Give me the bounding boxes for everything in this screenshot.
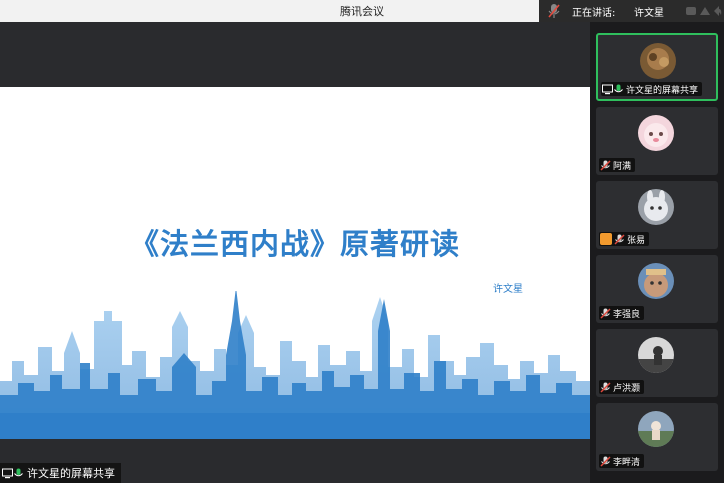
participant-nametag: 张易: [599, 232, 650, 246]
participant-nametag: 李强良: [599, 306, 645, 320]
share-label: 许文星的屏幕共享: [27, 467, 115, 480]
window-controls-icon[interactable]: [684, 3, 722, 19]
participant-tile[interactable]: 卢洪灏: [596, 329, 718, 397]
microphone-muted-icon: [614, 233, 625, 245]
participant-nametag: 卢洪灏: [599, 380, 645, 394]
participant-list: 许文星的屏幕共享 阿满 张易 李强良 卢洪灏 李畔清: [590, 22, 724, 483]
participant-tile[interactable]: 李强良: [596, 255, 718, 323]
participant-name: 阿满: [613, 161, 632, 172]
avatar: [638, 115, 674, 151]
participant-tile[interactable]: 阿满: [596, 107, 718, 175]
participant-name: 卢洪灏: [613, 383, 641, 394]
participant-nametag: 许文星的屏幕共享: [601, 82, 703, 96]
screen-share-label: 许文星的屏幕共享: [0, 463, 121, 483]
microphone-icon: [14, 468, 23, 476]
participant-name: 李强良: [613, 309, 641, 320]
speaking-indicator: 正在讲话: 许文星: [539, 0, 724, 22]
microphone-muted-icon: [600, 455, 611, 467]
slide-title: 《法兰西内战》原著研读: [129, 227, 460, 261]
avatar: [640, 43, 676, 79]
avatar: [638, 189, 674, 225]
city-skyline-illustration: [0, 291, 590, 439]
screen-share-stage: 《法兰西内战》原著研读 许文星 许文星的屏幕共享: [0, 22, 590, 483]
participant-tile[interactable]: 张易: [596, 181, 718, 249]
microphone-muted-icon: [600, 159, 611, 171]
participant-nametag: 李畔清: [599, 454, 645, 468]
participant-name: 李畔清: [613, 457, 641, 468]
microphone-muted-icon: [600, 307, 611, 319]
avatar: [638, 411, 674, 447]
screen-share-icon: [602, 84, 613, 94]
microphone-icon: [614, 84, 623, 92]
participant-nametag: 阿满: [599, 158, 636, 172]
presentation-slide: 《法兰西内战》原著研读 许文星: [0, 87, 590, 439]
speaking-name: 许文星: [634, 8, 664, 19]
title-bar: 腾讯会议 正在讲话: 许文星: [0, 0, 724, 22]
participant-tile[interactable]: 李畔清: [596, 403, 718, 471]
microphone-muted-icon: [600, 381, 611, 393]
speaking-label: 正在讲话:: [572, 8, 616, 19]
screen-share-icon: [2, 468, 13, 478]
microphone-muted-icon[interactable]: [547, 3, 561, 19]
person-icon: [600, 233, 612, 245]
avatar: [638, 263, 674, 299]
participant-name: 张易: [627, 235, 646, 246]
participant-name: 许文星的屏幕共享: [626, 85, 699, 96]
avatar: [638, 337, 674, 373]
participant-tile[interactable]: 许文星的屏幕共享: [596, 33, 718, 101]
